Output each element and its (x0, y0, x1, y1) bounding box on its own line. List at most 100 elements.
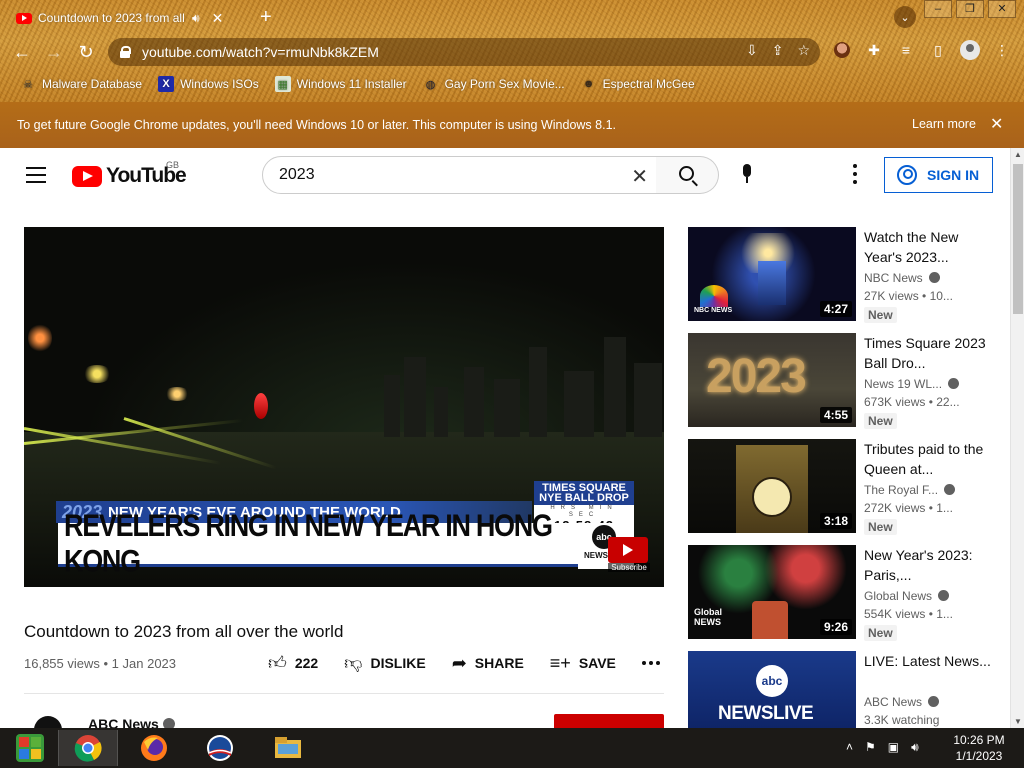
recommendation-title[interactable]: Watch the New Year's 2023... (864, 227, 992, 267)
recommendation-item[interactable]: 3:18 Tributes paid to the Queen at... Th… (688, 439, 998, 535)
recommendation-title[interactable]: Tributes paid to the Queen at... (864, 439, 992, 479)
speaker-icon[interactable]: 🔊︎ (192, 11, 200, 26)
video-meta: 16,855 views • 1 Jan 2023 (24, 656, 177, 671)
install-app-icon[interactable]: ⇩ (746, 42, 758, 59)
recommendation-channel[interactable]: NBC News (864, 271, 940, 285)
bookmark-fourth[interactable]: ◍ Gay Porn Sex Movie... (423, 76, 565, 92)
tab-search-chevron-icon[interactable]: ⌄ (894, 6, 916, 28)
browser-tab[interactable]: Countdown to 2023 from all over the worl… (8, 4, 248, 32)
window-close-icon[interactable]: ✕ (988, 0, 1016, 18)
taskbar-firefox[interactable] (124, 730, 184, 766)
chrome-icon (74, 735, 102, 762)
microphone-icon[interactable] (736, 162, 758, 188)
taskbar-file-explorer[interactable] (258, 730, 318, 766)
search-button[interactable] (656, 156, 719, 194)
bookmark-star-icon[interactable]: ☆ (797, 42, 810, 59)
restore-icon[interactable]: ❐ (956, 0, 984, 18)
subscribe-button[interactable] (554, 714, 664, 728)
side-panel-icon[interactable]: ▯ (928, 40, 948, 60)
network-icon[interactable]: ▣ (888, 740, 899, 755)
verified-icon (938, 590, 950, 601)
channel-name[interactable]: ABC News (88, 716, 175, 728)
settings-more-icon[interactable] (852, 164, 858, 184)
recommendation-channel[interactable]: News 19 WL... (864, 377, 960, 391)
taskbar-chrome[interactable] (58, 730, 118, 766)
minimize-icon[interactable]: – (924, 0, 952, 18)
tray-expand-icon[interactable]: ˄ (846, 740, 853, 755)
reload-icon[interactable]: ↻ (70, 36, 102, 68)
video-title: Countdown to 2023 from all over the worl… (24, 622, 344, 641)
account-icon (897, 165, 917, 185)
recommendation-channel[interactable]: ABC News (864, 695, 940, 709)
campaign-logo-icon (207, 735, 233, 761)
video-thumbnail[interactable]: 3:18 (688, 439, 856, 533)
video-thumbnail[interactable]: NBC NEWS 4:27 (688, 227, 856, 321)
video-thumbnail[interactable]: 2023 4:55 (688, 333, 856, 427)
tab-close-icon[interactable]: ✕ (212, 10, 224, 27)
video-thumbnail[interactable]: Global NEWS 9:26 (688, 545, 856, 639)
recommendation-item[interactable]: abc NEWSLIVE LIVE: Latest News... ABC Ne… (688, 651, 998, 728)
volume-icon[interactable]: 🔊︎ (911, 740, 919, 755)
share-page-icon[interactable]: ⇪ (772, 42, 784, 59)
scroll-up-icon[interactable]: ▲ (1014, 150, 1022, 159)
like-button[interactable]: 👍︎ 222 (268, 652, 318, 674)
video-thumbnail[interactable]: abc NEWSLIVE (688, 651, 856, 728)
youtube-page: YouTube GB 2023 ✕ SIGN IN TIMES SQUARE N… (0, 148, 1010, 728)
folder-icon (275, 737, 301, 758)
extension-avatar-icon[interactable] (832, 40, 852, 60)
recommendation-title[interactable]: New Year's 2023: Paris,... (864, 545, 992, 585)
recommendation-title[interactable]: LIVE: Latest News... (864, 651, 992, 671)
bookmark-windows-isos[interactable]: X Windows ISOs (158, 76, 259, 92)
dislike-button[interactable]: 👎︎ DISLIKE (344, 652, 426, 674)
recommendation-item[interactable]: 2023 4:55 Times Square 2023 Ball Dro... … (688, 333, 998, 429)
save-button[interactable]: ≡+ SAVE (550, 653, 616, 674)
lock-icon[interactable] (120, 46, 131, 58)
extensions-puzzle-icon[interactable]: ✚ (864, 40, 884, 60)
taskbar-obama-app[interactable] (190, 730, 250, 766)
thumbs-up-icon: 👍︎ (268, 653, 287, 673)
infobar-close-icon[interactable]: ✕ (990, 114, 1003, 134)
globe-icon: ◍ (425, 78, 436, 91)
profile-icon[interactable] (960, 40, 980, 60)
recommendation-channel[interactable]: The Royal F... (864, 483, 956, 497)
search-input[interactable]: 2023 ✕ (262, 156, 657, 194)
new-tab-icon[interactable]: + (260, 4, 272, 30)
page-scrollbar[interactable]: ▲ ▼ (1010, 148, 1024, 728)
share-arrow-icon: ➦ (451, 652, 467, 673)
channel-row: ABC News (24, 714, 664, 728)
taskbar-clock[interactable]: 10:26 PM 1/1/2023 (946, 732, 1012, 764)
verified-icon (162, 718, 175, 728)
more-actions-icon[interactable] (641, 661, 660, 665)
learn-more-link[interactable]: Learn more (912, 117, 976, 131)
recommendation-title[interactable]: Times Square 2023 Ball Dro... (864, 333, 992, 373)
video-player[interactable]: TIMES SQUARENYE BALL DROP HRS MIN SEC 12… (24, 227, 664, 587)
chrome-menu-icon[interactable]: ⋮ (992, 40, 1012, 60)
address-bar[interactable]: youtube.com/watch?v=rmuNbk8kZEM ⇩ ⇪ ☆ (108, 38, 820, 66)
verified-icon (948, 378, 960, 389)
back-arrow-icon[interactable]: ← (6, 36, 38, 68)
bookmark-windows-11-installer[interactable]: ▦ Windows 11 Installer (274, 76, 407, 92)
subscribe-watermark[interactable]: Subscribe (608, 537, 652, 573)
scroll-thumb[interactable] (1013, 164, 1023, 314)
share-button[interactable]: ➦ SHARE (452, 653, 524, 674)
clear-search-icon[interactable]: ✕ (631, 164, 648, 189)
action-center-flag-icon[interactable]: ⚑ (865, 740, 876, 755)
channel-avatar[interactable] (34, 716, 62, 728)
scroll-down-icon[interactable]: ▼ (1014, 717, 1022, 726)
new-badge: New (864, 413, 897, 429)
youtube-favicon-icon (16, 12, 32, 24)
forward-arrow-icon[interactable]: → (38, 36, 70, 68)
recommendation-channel[interactable]: Global News (864, 589, 950, 603)
media-queue-icon[interactable]: ≡ (896, 40, 916, 60)
bookmark-malware-database[interactable]: ☠ Malware Database (20, 76, 142, 92)
verified-icon (928, 696, 940, 707)
bookmark-espectral-mcgee[interactable]: ☻ Espectral McGee (581, 76, 695, 92)
menu-icon[interactable] (26, 167, 46, 183)
sign-in-button[interactable]: SIGN IN (884, 157, 993, 193)
recommendation-item[interactable]: NBC NEWS 4:27 Watch the New Year's 2023.… (688, 227, 998, 323)
system-tray: ˄ ⚑ ▣ 🔊︎ (846, 740, 919, 755)
search-icon (679, 166, 694, 181)
divider (24, 693, 664, 694)
start-button[interactable] (0, 730, 60, 766)
recommendation-item[interactable]: Global NEWS 9:26 New Year's 2023: Paris,… (688, 545, 998, 641)
